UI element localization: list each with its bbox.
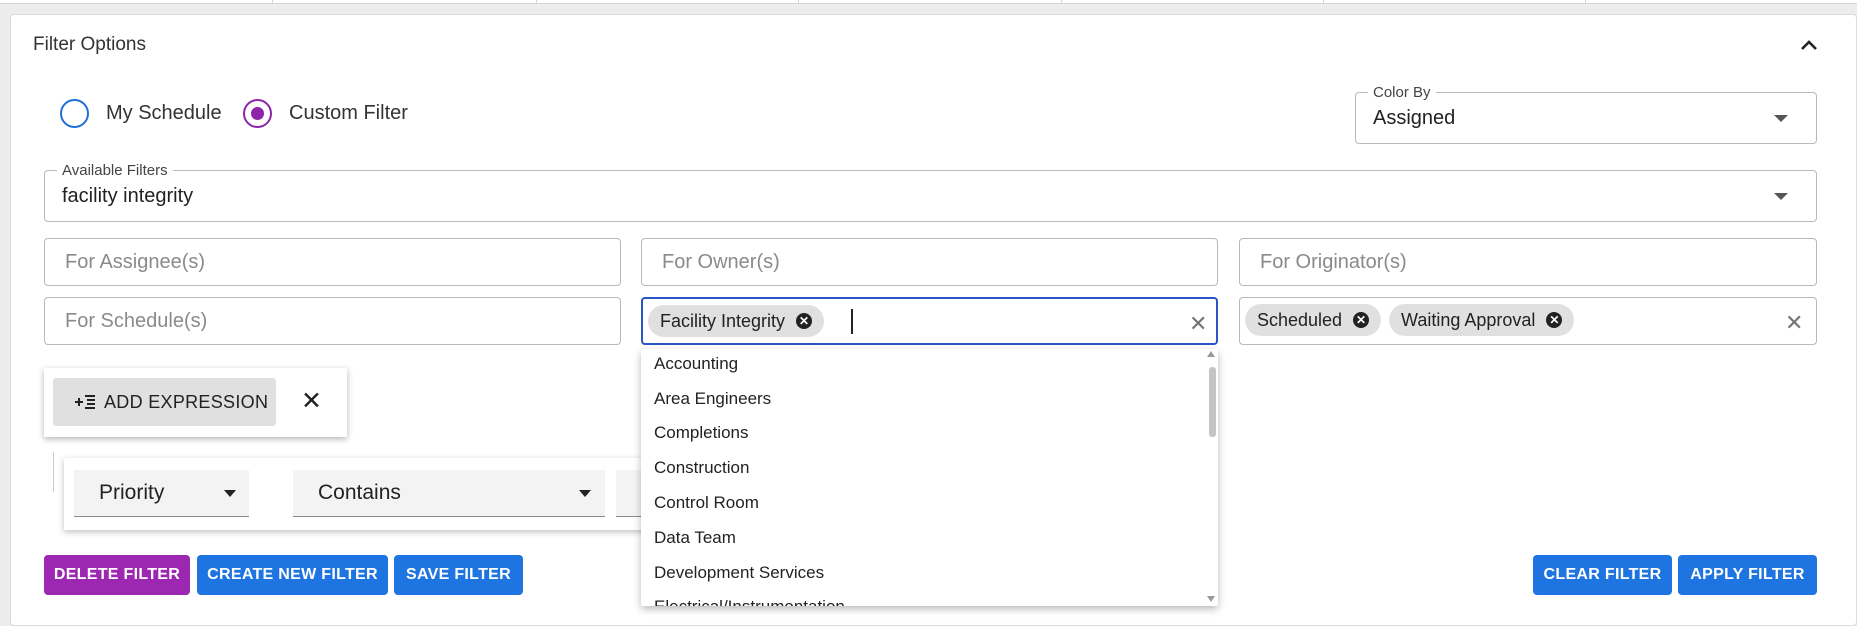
option-completions[interactable]: Completions [654,423,749,443]
color-by-value: Assigned [1373,107,1456,129]
chip-label: Waiting Approval [1401,309,1536,330]
clear-icon[interactable]: ✕ [1785,310,1803,336]
chip-facility-integrity[interactable]: Facility Integrity ✕ [648,305,825,337]
create-new-filter-button[interactable]: CREATE NEW FILTER [197,555,388,595]
custom-filter-radio[interactable] [243,99,272,128]
chip-label: Facility Integrity [660,310,786,331]
group-autocomplete-field[interactable]: Facility Integrity ✕ ✕ [641,297,1218,345]
chevron-up-icon [1801,40,1817,50]
save-filter-button[interactable]: SAVE FILTER [394,555,523,595]
add-expression-button[interactable]: ADD EXPRESSION [53,378,276,426]
chip-label: Scheduled [1257,309,1343,330]
owner-input[interactable] [662,251,1151,274]
expression-toolbar: ADD EXPRESSION ✕ [44,368,347,437]
chip-remove-icon[interactable]: ✕ [1546,312,1563,328]
status-autocomplete-field[interactable]: Scheduled ✕ Waiting Approval ✕ ✕ [1239,297,1817,345]
caret-down-icon [1774,115,1788,122]
originator-field[interactable] [1239,238,1817,286]
schedule-input[interactable] [65,310,554,333]
chip-remove-icon[interactable]: ✕ [796,313,813,329]
delete-filter-button[interactable]: DELETE FILTER [44,555,190,595]
available-filters-select[interactable]: Available Filters facility integrity [44,162,1817,222]
apply-filter-button[interactable]: APPLY FILTER [1678,555,1817,595]
option-accounting[interactable]: Accounting [654,354,738,374]
option-development-services[interactable]: Development Services [654,563,824,583]
chip-waiting-approval[interactable]: Waiting Approval ✕ [1389,304,1575,336]
assignee-input[interactable] [65,251,554,274]
schedule-field[interactable] [44,297,621,345]
expression-operator-value: Contains [318,481,401,504]
my-schedule-radio[interactable] [60,99,89,128]
table-header-strip [0,0,1857,4]
scroll-down-arrow[interactable] [1207,596,1215,602]
option-electrical-instrumentation[interactable]: Electrical/Instrumentation [654,597,845,606]
expression-tree-line [53,452,54,492]
color-by-select[interactable]: Color By Assigned [1355,84,1817,144]
available-filters-label: Available Filters [57,162,173,179]
custom-filter-label[interactable]: Custom Filter [289,102,408,125]
expression-field-value: Priority [99,481,165,504]
caret-down-icon [579,490,591,497]
text-cursor [851,309,853,334]
color-by-label: Color By [1368,84,1436,101]
my-schedule-label[interactable]: My Schedule [106,102,222,125]
close-icon[interactable]: ✕ [301,388,322,414]
assignee-field[interactable] [44,238,621,286]
clear-filter-button[interactable]: CLEAR FILTER [1533,555,1672,595]
option-construction[interactable]: Construction [654,458,749,478]
option-control-room[interactable]: Control Room [654,493,759,513]
scrollbar-thumb[interactable] [1209,367,1216,437]
owner-field[interactable] [641,238,1218,286]
expression-operator-select[interactable]: Contains [293,470,605,517]
chip-scheduled[interactable]: Scheduled ✕ [1245,304,1382,336]
scroll-up-arrow[interactable] [1207,351,1215,357]
add-expression-label: ADD EXPRESSION [104,391,269,412]
clear-icon[interactable]: ✕ [1189,311,1207,337]
add-list-icon [75,395,95,409]
available-filters-value: facility integrity [62,185,194,207]
chip-remove-icon[interactable]: ✕ [1353,312,1370,328]
panel-title: Filter Options [33,34,146,55]
caret-down-icon [224,490,236,497]
option-area-engineers[interactable]: Area Engineers [654,389,771,409]
caret-down-icon [1774,193,1788,200]
expression-row: Priority Contains [64,458,664,530]
collapse-panel-button[interactable] [1796,32,1822,58]
group-options-listbox[interactable]: Accounting Area Engineers Completions Co… [641,349,1218,606]
option-data-team[interactable]: Data Team [654,528,736,548]
expression-field-select[interactable]: Priority [74,470,249,517]
originator-input[interactable] [1260,251,1750,274]
